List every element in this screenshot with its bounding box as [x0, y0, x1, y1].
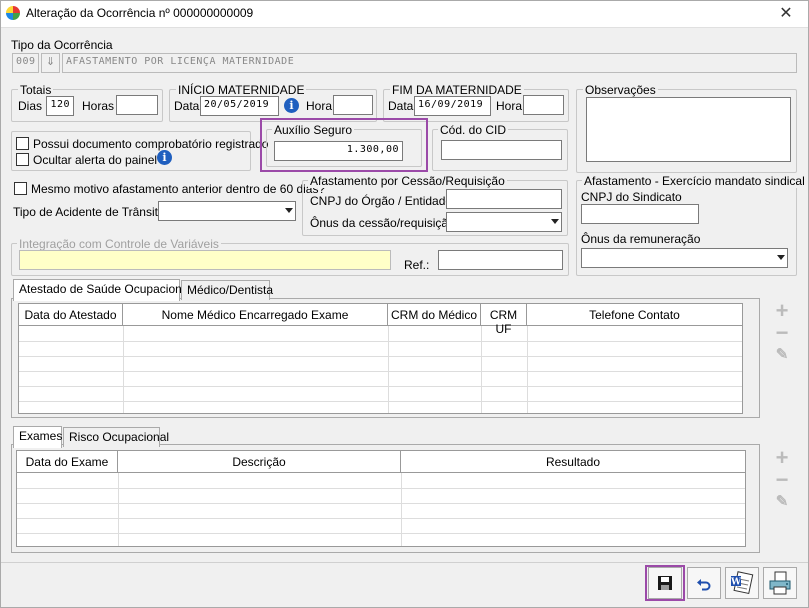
inicio-date-field[interactable]: 20/05/2019: [200, 96, 279, 116]
inicio-data-label: Data: [174, 99, 200, 113]
table-row: [19, 341, 742, 342]
toolbar-separator: [0, 562, 809, 563]
mesmo-motivo-label: Mesmo motivo afastamento anterior dentro…: [31, 182, 326, 196]
save-button[interactable]: [648, 567, 682, 599]
column-header[interactable]: Descrição: [118, 455, 400, 469]
printer-icon: [769, 571, 791, 595]
tab-exames[interactable]: Exames: [13, 426, 62, 448]
table-row: [17, 518, 745, 519]
cessao-title: Afastamento por Cessão/Requisição: [308, 174, 507, 188]
tab-atestado[interactable]: Atestado de Saúde Ocupacional: [13, 279, 191, 301]
tipo-code-field: 009: [12, 53, 39, 73]
cessao-onus-select[interactable]: [446, 212, 562, 232]
info-icon[interactable]: i: [284, 98, 299, 113]
sindical-cnpj-field[interactable]: [581, 204, 699, 224]
close-icon[interactable]: ✕: [771, 2, 801, 26]
ocultar-alerta-label: Ocultar alerta do painel: [33, 153, 158, 167]
chevron-down-icon: [551, 219, 559, 224]
column-header[interactable]: CRM do Médico: [388, 308, 480, 322]
totais-title: Totais: [18, 83, 54, 97]
floppy-icon: [658, 576, 672, 590]
table-row: [19, 356, 742, 357]
tab-risco-ocupacional[interactable]: Risco Ocupacional: [63, 427, 169, 447]
possui-doc-label: Possui documento comprobatório registrad…: [33, 137, 269, 151]
inicio-hora-field[interactable]: [333, 95, 373, 115]
table-row: [19, 401, 742, 402]
lookup-icon[interactable]: ⇓: [41, 53, 60, 73]
ref-label: Ref.:: [404, 258, 430, 272]
mesmo-motivo-checkbox[interactable]: [14, 182, 27, 195]
column-header[interactable]: Data do Exame: [17, 455, 117, 469]
horas-label: Horas: [82, 99, 115, 113]
column-header[interactable]: Resultado: [401, 455, 745, 469]
column-header[interactable]: CRM UF: [481, 308, 526, 336]
dias-field[interactable]: 120: [46, 96, 74, 116]
cid-field[interactable]: [441, 140, 562, 160]
observacoes-title: Observações: [583, 83, 658, 97]
undo-icon: [697, 579, 711, 591]
observacoes-field[interactable]: [586, 97, 791, 162]
table-row: [17, 503, 745, 504]
cessao-cnpj-label: CNPJ do Órgão / Entidade:: [310, 194, 456, 208]
cessao-cnpj-field[interactable]: [446, 189, 562, 209]
exames-grid-header: Data do Exame Descrição Resultado: [17, 451, 745, 473]
fim-date-field[interactable]: 16/09/2019: [414, 96, 491, 116]
ocultar-alerta-checkbox[interactable]: [16, 153, 29, 166]
fim-hora-label: Hora: [496, 99, 523, 113]
remove-atestado-button[interactable]: −: [771, 322, 793, 345]
fim-hora-field[interactable]: [523, 95, 564, 115]
fim-data-label: Data: [388, 99, 414, 113]
print-button[interactable]: [763, 567, 797, 599]
column-header[interactable]: Data do Atestado: [19, 308, 122, 322]
table-row: [17, 488, 745, 489]
acidente-label: Tipo de Acidente de Trânsito:: [13, 205, 168, 219]
title-bar: Alteração da Ocorrência nº 000000000009 …: [0, 0, 809, 28]
exames-grid[interactable]: Data do Exame Descrição Resultado: [16, 450, 746, 547]
fim-title: FIM DA MATERNIDADE: [390, 83, 524, 97]
info-icon[interactable]: i: [157, 150, 172, 165]
integracao-title: Integração com Controle de Variáveis: [17, 237, 221, 251]
horas-field[interactable]: [116, 95, 158, 115]
chevron-down-icon: [285, 208, 293, 213]
word-document-button[interactable]: W: [725, 567, 759, 599]
column-header[interactable]: Nome Médico Encarregado Exame: [123, 308, 387, 322]
app-icon: [6, 6, 20, 20]
inicio-title: INÍCIO MATERNIDADE: [176, 83, 307, 97]
sindical-onus-label: Ônus da remuneração: [581, 232, 701, 246]
remove-exame-button[interactable]: −: [771, 469, 793, 492]
tab-medico-dentista[interactable]: Médico/Dentista: [181, 280, 273, 300]
atestado-grid-header: Data do Atestado Nome Médico Encarregado…: [19, 304, 742, 336]
inicio-hora-label: Hora: [306, 99, 333, 113]
table-row: [19, 371, 742, 372]
edit-atestado-icon[interactable]: ✎: [771, 345, 793, 367]
sindical-title: Afastamento - Exercício mandato sindical: [582, 174, 807, 188]
cid-title: Cód. do CID: [438, 123, 509, 137]
window-title: Alteração da Ocorrência nº 000000000009: [26, 6, 254, 20]
ref-field[interactable]: [438, 250, 563, 270]
table-row: [19, 386, 742, 387]
tipo-description-field: AFASTAMENTO POR LICENÇA MATERNIDADE: [62, 53, 797, 73]
possui-doc-checkbox[interactable]: [16, 137, 29, 150]
word-document-icon: W: [730, 571, 754, 595]
table-row: [17, 533, 745, 534]
svg-text:W: W: [730, 578, 742, 588]
auxilio-field[interactable]: 1.300,00: [274, 141, 403, 161]
cessao-onus-label: Ônus da cessão/requisição:: [310, 216, 459, 230]
edit-exame-icon[interactable]: ✎: [771, 492, 793, 514]
integracao-field[interactable]: [19, 250, 391, 270]
sindical-onus-select[interactable]: [581, 248, 788, 268]
tipo-label: Tipo da Ocorrência: [11, 38, 113, 52]
atestado-grid[interactable]: Data do Atestado Nome Médico Encarregado…: [18, 303, 743, 414]
dias-label: Dias: [18, 99, 43, 113]
sindical-cnpj-label: CNPJ do Sindicato: [581, 190, 682, 204]
acidente-select[interactable]: [158, 201, 296, 221]
column-header[interactable]: Telefone Contato: [527, 308, 742, 322]
auxilio-title: Auxílio Seguro: [272, 123, 355, 137]
chevron-down-icon: [777, 255, 785, 260]
undo-button[interactable]: [687, 567, 721, 599]
